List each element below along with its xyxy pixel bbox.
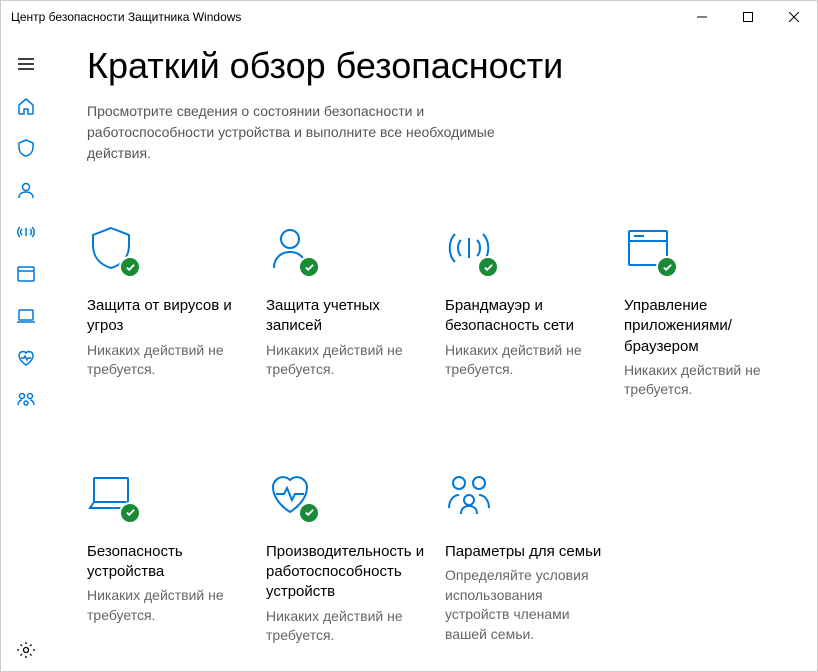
tile-status: Никаких действий не требуется. <box>266 607 426 646</box>
status-ok-badge <box>656 256 678 278</box>
status-ok-badge <box>298 502 320 524</box>
status-ok-badge <box>119 256 141 278</box>
tile-firewall[interactable]: Брандмауэр и безопасность сети Никаких д… <box>445 224 608 400</box>
tile-family[interactable]: Параметры для семьи Определяйте условия … <box>445 470 608 646</box>
tile-title: Защита учетных записей <box>266 296 426 337</box>
status-ok-badge <box>298 256 320 278</box>
tile-status: Никаких действий не требуется. <box>624 361 784 400</box>
hamburger-menu-button[interactable] <box>1 43 51 85</box>
tile-title: Безопасность устройства <box>87 542 247 583</box>
titlebar: Центр безопасности Защитника Windows <box>1 1 817 33</box>
tile-status: Никаких действий не требуется. <box>266 341 426 380</box>
tile-title: Параметры для семьи <box>445 542 605 562</box>
page-subtitle: Просмотрите сведения о состоянии безопас… <box>87 101 507 164</box>
window-title: Центр безопасности Защитника Windows <box>11 10 241 24</box>
tile-status: Определяйте условия использования устрой… <box>445 566 605 644</box>
tile-appbrowser[interactable]: Управление приложениями/браузером Никаки… <box>624 224 787 400</box>
window-icon <box>624 224 676 276</box>
sidebar-item-home[interactable] <box>1 85 51 127</box>
tile-title: Производительность и работоспособность у… <box>266 542 426 603</box>
page-title: Краткий обзор безопасности <box>87 45 787 87</box>
sidebar-item-virus[interactable] <box>1 127 51 169</box>
shield-icon <box>87 224 139 276</box>
sidebar-item-health[interactable] <box>1 337 51 379</box>
tile-title: Брандмауэр и безопасность сети <box>445 296 605 337</box>
laptop-icon <box>87 470 139 522</box>
main-content: Краткий обзор безопасности Просмотрите с… <box>51 33 817 671</box>
tile-device[interactable]: Безопасность устройства Никаких действий… <box>87 470 250 646</box>
tile-status: Никаких действий не требуется. <box>445 341 605 380</box>
minimize-button[interactable] <box>679 1 725 33</box>
sidebar-item-appbrowser[interactable] <box>1 253 51 295</box>
tile-health[interactable]: Производительность и работоспособность у… <box>266 470 429 646</box>
sidebar-item-device[interactable] <box>1 295 51 337</box>
person-icon <box>266 224 318 276</box>
maximize-button[interactable] <box>725 1 771 33</box>
sidebar-item-family[interactable] <box>1 379 51 421</box>
sidebar-item-account[interactable] <box>1 169 51 211</box>
window-controls <box>679 1 817 33</box>
sidebar-item-firewall[interactable] <box>1 211 51 253</box>
broadcast-icon <box>445 224 497 276</box>
family-icon <box>445 470 497 522</box>
status-ok-badge <box>477 256 499 278</box>
sidebar-item-settings[interactable] <box>1 629 51 671</box>
tile-title: Защита от вирусов и угроз <box>87 296 247 337</box>
close-button[interactable] <box>771 1 817 33</box>
tile-status: Никаких действий не требуется. <box>87 341 247 380</box>
heart-pulse-icon <box>266 470 318 522</box>
tiles-grid: Защита от вирусов и угроз Никаких действ… <box>87 224 787 646</box>
tile-virus[interactable]: Защита от вирусов и угроз Никаких действ… <box>87 224 250 400</box>
sidebar <box>1 33 51 671</box>
tile-account[interactable]: Защита учетных записей Никаких действий … <box>266 224 429 400</box>
status-ok-badge <box>119 502 141 524</box>
tile-status: Никаких действий не требуется. <box>87 586 247 625</box>
tile-title: Управление приложениями/браузером <box>624 296 784 357</box>
